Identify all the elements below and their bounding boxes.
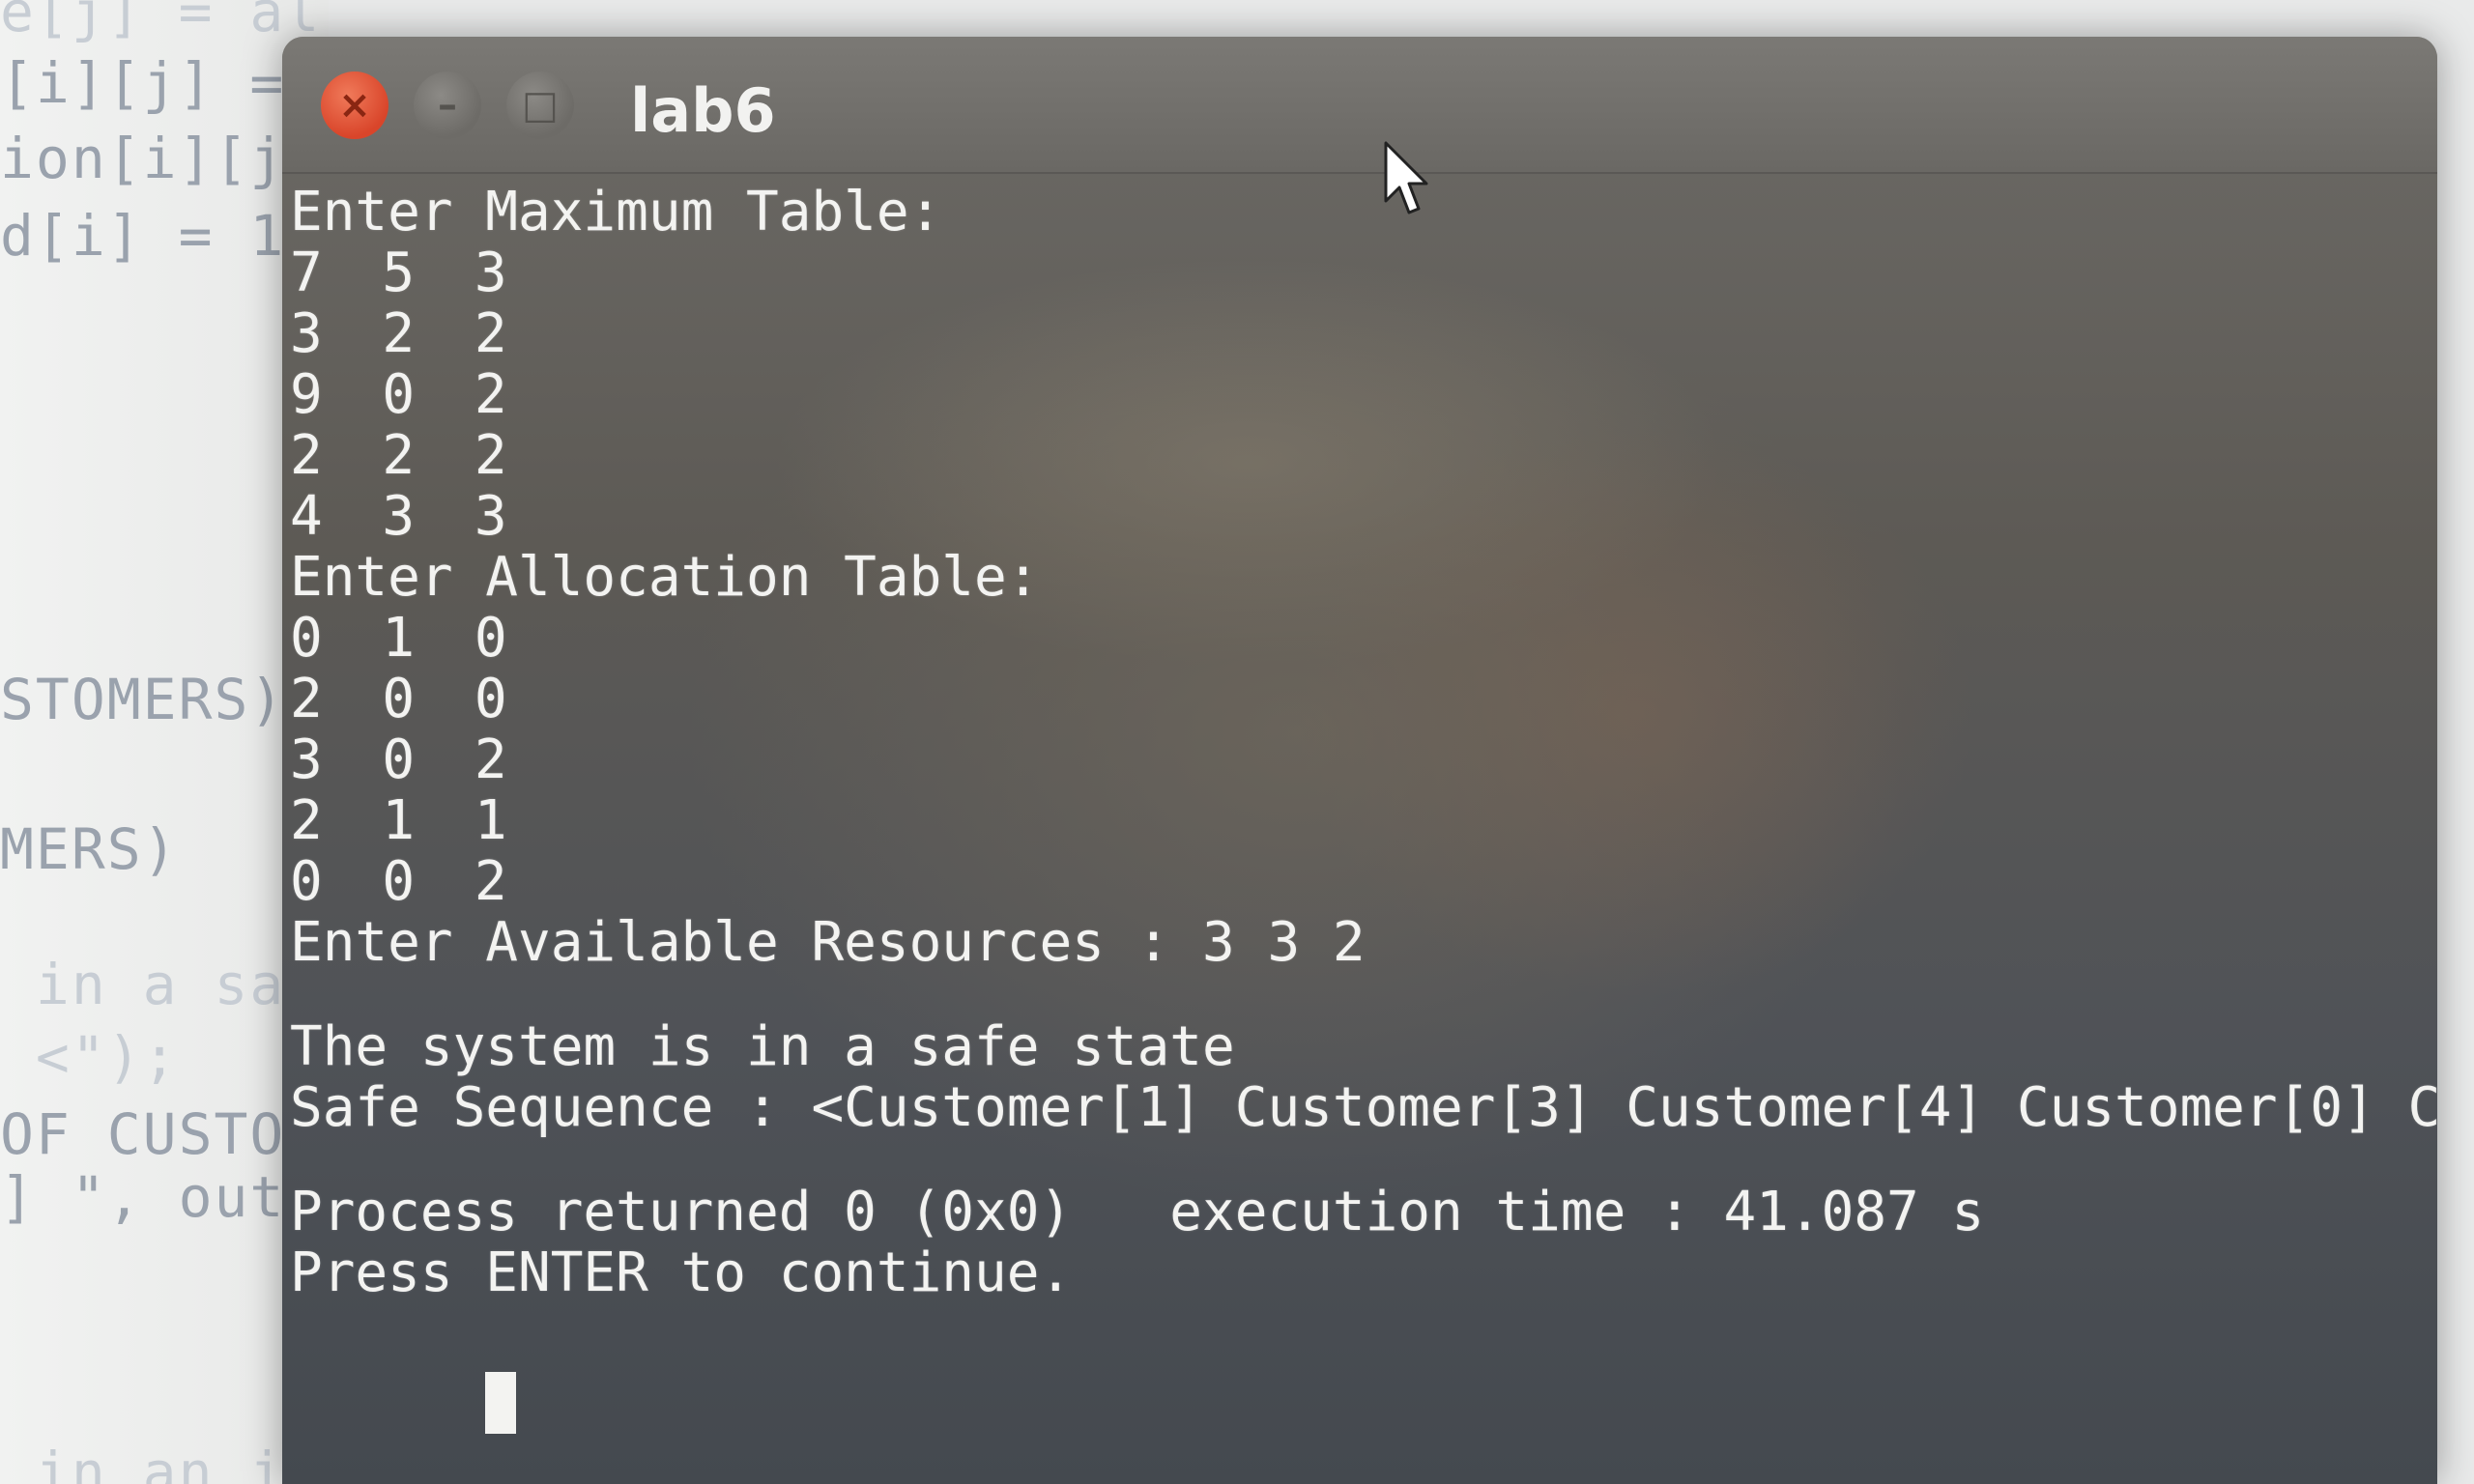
max-table-row: 9 0 2 (290, 363, 521, 426)
maximize-button[interactable]: □ (506, 71, 574, 139)
code-line: ion[i][j (0, 126, 286, 191)
max-table-row: 7 5 3 (290, 242, 521, 304)
text-cursor (485, 1372, 517, 1434)
input-line[interactable] (290, 1303, 2416, 1434)
terminal-output[interactable]: Enter Maximum Table: 7 5 3 3 2 2 9 0 2 2… (290, 181, 2437, 1434)
code-line: in a sa (0, 952, 286, 1017)
allocation-table-row: 0 0 2 (290, 850, 521, 913)
code-line: e[j] = allocation[i][j]; (0, 0, 329, 44)
code-line: ] ", out (0, 1164, 286, 1230)
close-icon: × (338, 83, 371, 128)
window-titlebar[interactable]: × – □ lab6 (282, 37, 2437, 174)
available-resources-line: Enter Available Resources : 3 3 2 (290, 911, 1366, 974)
allocation-table-row: 2 1 1 (290, 789, 521, 852)
allocation-table-row: 0 1 0 (290, 607, 521, 670)
allocation-table-row: 3 0 2 (290, 728, 521, 791)
maximize-icon: □ (522, 83, 559, 128)
safe-state-message: The system is in a safe state (290, 1015, 1235, 1078)
background-code-editor: e[j] = allocation[i][j]; [i][j] = ion[i]… (0, 0, 329, 1484)
process-returned-line: Process returned 0 (0x0) execution time … (290, 1181, 1985, 1243)
safe-sequence-line: Safe Sequence : <Customer[1] Customer[3]… (290, 1076, 2437, 1139)
code-line: [i][j] = (0, 50, 286, 116)
minimize-button[interactable]: – (414, 71, 481, 139)
minimize-icon: – (438, 83, 457, 128)
max-table-row: 2 2 2 (290, 424, 521, 487)
terminal-window[interactable]: × – □ lab6 Enter Maximum Table: 7 5 3 3 … (282, 37, 2437, 1484)
max-table-prompt: Enter Maximum Table: (290, 181, 942, 243)
code-line: d[i] = 1 (0, 203, 286, 269)
code-line: OF CUSTO (0, 1101, 286, 1167)
max-table-row: 3 2 2 (290, 302, 521, 365)
allocation-table-prompt: Enter Allocation Table: (290, 546, 1040, 609)
allocation-table-row: 2 0 0 (290, 668, 521, 730)
code-line: in an i (0, 1440, 286, 1484)
max-table-row: 4 3 3 (290, 485, 521, 548)
code-line: STOMERS) (0, 667, 286, 732)
press-enter-line: Press ENTER to continue. (290, 1241, 1073, 1304)
code-line: <"); (0, 1024, 179, 1090)
code-line: MERS) (0, 816, 179, 882)
window-title: lab6 (630, 75, 776, 146)
close-button[interactable]: × (321, 71, 388, 139)
